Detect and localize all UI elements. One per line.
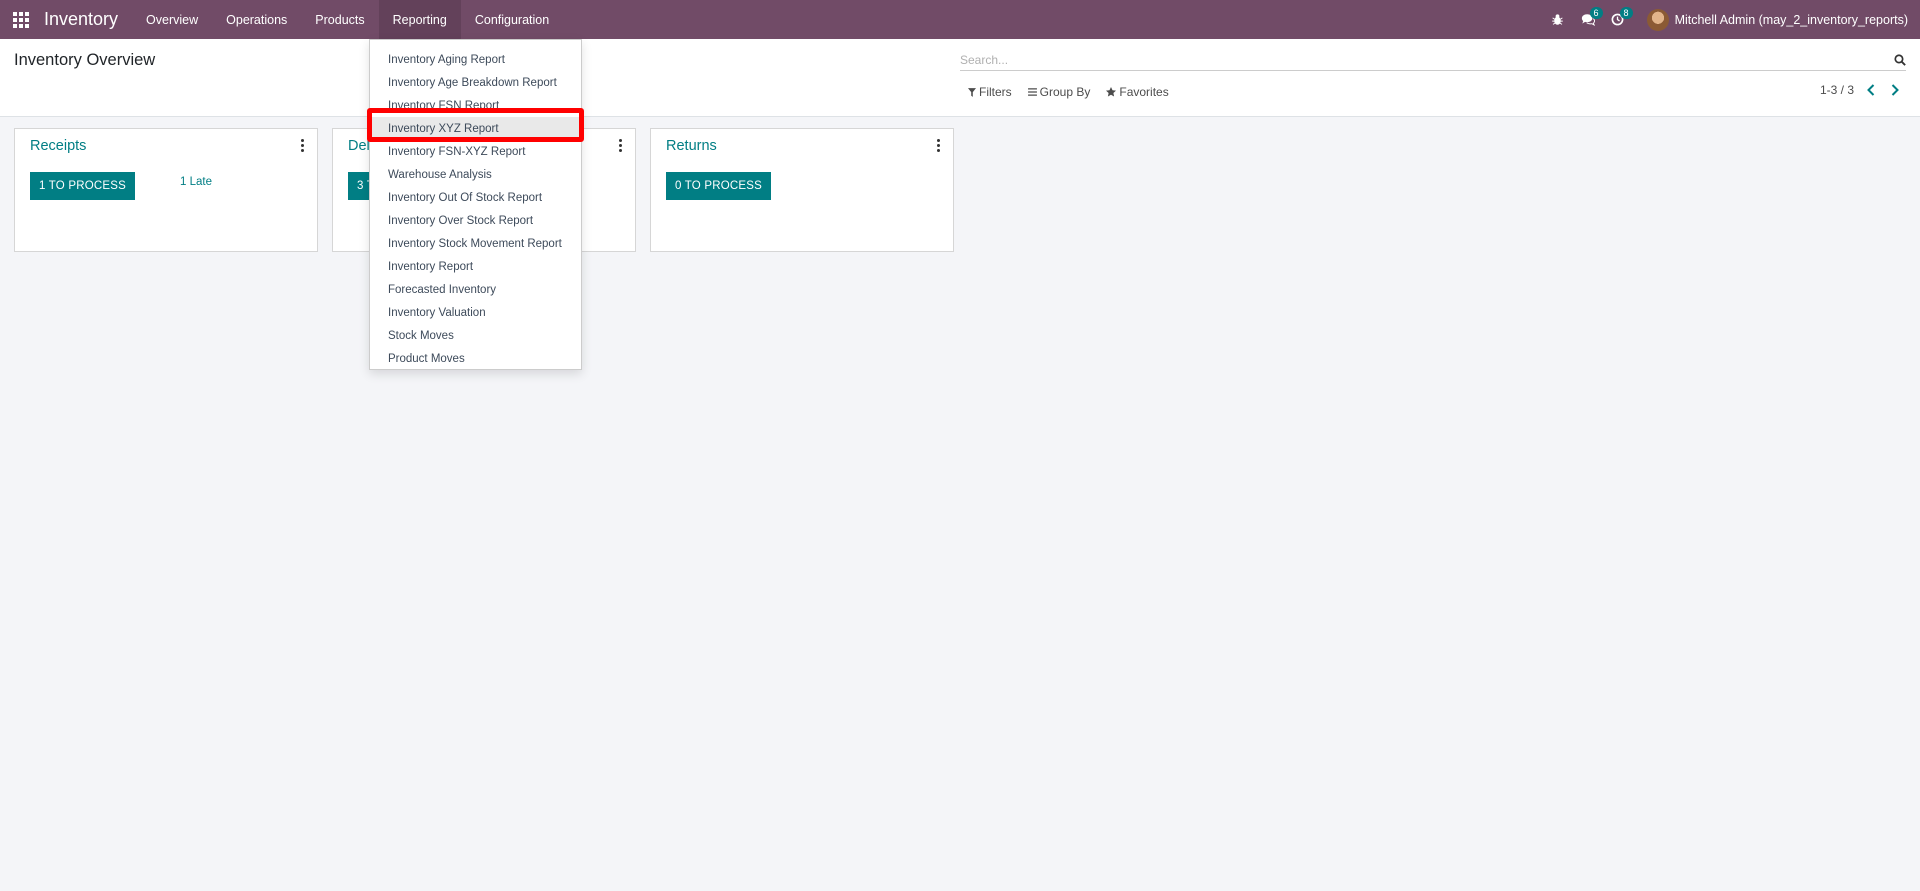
card-options-icon[interactable] [617,139,623,152]
pager-next-icon[interactable] [1888,83,1902,97]
to-process-button[interactable]: 1 TO PROCESS [30,172,135,200]
menu-operations[interactable]: Operations [212,0,301,39]
late-link[interactable]: 1 Late [180,176,212,188]
search-icon[interactable] [1890,53,1906,66]
card-title[interactable]: Receipts [30,138,86,154]
card-options-icon[interactable] [935,139,941,152]
menu-reporting[interactable]: Reporting [378,0,461,39]
star-icon [1106,87,1117,97]
card-title[interactable]: Returns [666,138,717,154]
menu-item-inventory-fsn-xyz-report[interactable]: Inventory FSN-XYZ Report [370,140,581,163]
user-menu[interactable]: Mitchell Admin (may_2_inventory_reports) [1633,0,1920,39]
search-bar [960,49,1906,71]
user-name: Mitchell Admin (may_2_inventory_reports) [1674,12,1908,27]
group-by-label: Group By [1039,85,1091,99]
menu-item-warehouse-analysis[interactable]: Warehouse Analysis [370,163,581,186]
activities-clock-icon[interactable]: 8 [1603,0,1633,39]
filters-label: Filters [979,85,1012,99]
messages-chat-icon[interactable]: 6 [1573,0,1603,39]
menu-item-inventory-out-of-stock-report[interactable]: Inventory Out Of Stock Report [370,186,581,209]
reporting-dropdown-menu: Inventory Aging Report Inventory Age Bre… [369,39,582,370]
menu-item-product-moves[interactable]: Product Moves [370,347,581,370]
debug-bug-icon[interactable] [1543,0,1573,39]
menu-item-inventory-age-breakdown-report[interactable]: Inventory Age Breakdown Report [370,71,581,94]
favorites-button[interactable]: Favorites [1106,85,1169,99]
apps-menu-icon[interactable] [0,0,42,39]
menu-products[interactable]: Products [301,0,378,39]
filter-funnel-icon [968,87,976,97]
menu-overview[interactable]: Overview [132,0,212,39]
menu-item-forecasted-inventory[interactable]: Forecasted Inventory [370,278,581,301]
kanban-card-receipts: Receipts 1 TO PROCESS 1 Late [14,128,318,252]
menu-configuration[interactable]: Configuration [461,0,563,39]
highlight-annotation-box [367,108,584,142]
card-options-icon[interactable] [299,139,305,152]
pager-previous-icon[interactable] [1864,83,1878,97]
page-title: Inventory Overview [14,51,156,69]
pager-value[interactable]: 1-3 / 3 [1820,83,1854,97]
search-options: Filters Group By Favorites [968,85,1169,99]
menu-item-stock-moves[interactable]: Stock Moves [370,324,581,347]
top-navbar: Inventory Overview Operations Products R… [0,0,1920,39]
favorites-label: Favorites [1119,85,1169,99]
menu-item-inventory-over-stock-report[interactable]: Inventory Over Stock Report [370,209,581,232]
pager: 1-3 / 3 [1820,83,1902,97]
kanban-card-returns: Returns 0 TO PROCESS [650,128,954,252]
activities-badge: 8 [1619,7,1633,19]
menu-item-inventory-aging-report[interactable]: Inventory Aging Report [370,48,581,71]
menu-item-inventory-report[interactable]: Inventory Report [370,255,581,278]
menu-item-inventory-stock-movement-report[interactable]: Inventory Stock Movement Report [370,232,581,255]
avatar [1646,8,1669,31]
to-process-button[interactable]: 0 TO PROCESS [666,172,771,200]
group-bars-icon [1027,88,1037,96]
control-panel: Inventory Overview Filters Group By Favo… [0,39,1920,117]
filters-button[interactable]: Filters [968,85,1012,99]
menu-item-inventory-valuation[interactable]: Inventory Valuation [370,301,581,324]
messages-badge: 6 [1589,7,1603,19]
search-input[interactable] [960,52,1890,67]
app-brand[interactable]: Inventory [44,9,118,30]
group-by-button[interactable]: Group By [1027,85,1091,99]
